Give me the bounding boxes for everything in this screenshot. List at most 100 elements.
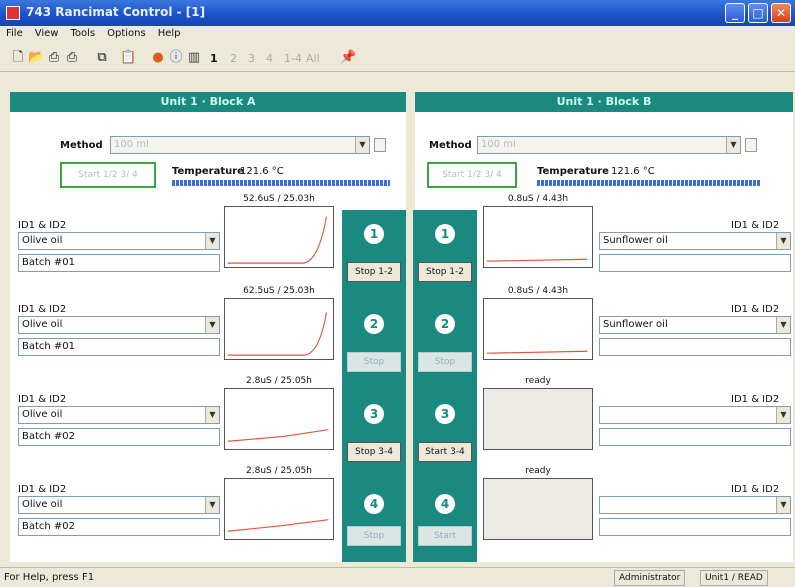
batch-field[interactable]: [599, 254, 791, 272]
minimize-button[interactable]: _: [725, 3, 745, 23]
toolbar-unit-1[interactable]: 1: [210, 52, 218, 65]
new-icon[interactable]: 🗋: [10, 50, 26, 66]
conductivity-graph: [483, 388, 593, 450]
sample-select[interactable]: Sunflower oil ▼: [599, 232, 791, 250]
sample-select[interactable]: Olive oil ▼: [18, 406, 220, 424]
chevron-down-icon: ▼: [776, 233, 790, 249]
batch-field[interactable]: Batch #01: [18, 338, 220, 356]
graph-label: 52.6uS / 25.03h: [243, 194, 315, 204]
method-select[interactable]: 100 ml ▼: [477, 136, 741, 154]
graph-label: 2.8uS / 25.05h: [246, 376, 312, 386]
channel-id-label: ID1 & ID2: [18, 220, 67, 231]
chevron-down-icon: ▼: [726, 137, 740, 153]
stop-button[interactable]: Stop: [418, 352, 472, 372]
chevron-down-icon: ▼: [205, 497, 219, 513]
stop-button[interactable]: Stop: [347, 352, 401, 372]
menu-file[interactable]: File: [0, 26, 29, 41]
maximize-button[interactable]: □: [748, 3, 768, 23]
step-number-1: 1: [364, 224, 384, 244]
sample-select[interactable]: Olive oil ▼: [18, 316, 220, 334]
toolbar-unit-3[interactable]: 3: [248, 52, 255, 65]
sample-select[interactable]: ▼: [599, 496, 791, 514]
title-bar: 743 Rancimat Control - [1] _ □ ✕: [0, 0, 795, 26]
window-title: 743 Rancimat Control - [1]: [26, 5, 206, 19]
channel-id-label: ID1 & ID2: [18, 394, 67, 405]
copy-icon[interactable]: ⧉: [94, 50, 110, 66]
chevron-down-icon: ▼: [355, 137, 369, 153]
chevron-down-icon: ▼: [776, 497, 790, 513]
stop-3-4-button[interactable]: Stop 3-4: [347, 442, 401, 462]
graph-label: 2.8uS / 25.05h: [246, 466, 312, 476]
batch-field[interactable]: Batch #01: [18, 254, 220, 272]
toolbar: 🗋 📂 ⎙ ⎙ ⧉ 📋 ● ⓘ ▥ 1 2 3 4 1-4 All 📌: [0, 44, 795, 72]
graph-label: ready: [525, 376, 551, 386]
method-select[interactable]: 100 ml ▼: [110, 136, 370, 154]
chevron-down-icon: ▼: [205, 233, 219, 249]
stop-1-2-button[interactable]: Stop 1-2: [418, 262, 472, 282]
batch-field[interactable]: [599, 338, 791, 356]
temperature-value: 121.6 °C: [611, 166, 655, 177]
start-button[interactable]: Start 1/2 3/ 4: [427, 162, 517, 188]
record-icon[interactable]: ●: [150, 50, 166, 66]
toolbar-unit-4[interactable]: 4: [266, 52, 273, 65]
menu-tools[interactable]: Tools: [64, 26, 101, 41]
conductivity-graph: [224, 388, 334, 450]
block-a-header: Unit 1 · Block A: [10, 92, 406, 112]
step-number-2: 2: [364, 314, 384, 334]
toolbar-units-1-4[interactable]: 1-4: [284, 52, 302, 65]
graph-label: 0.8uS / 4.43h: [507, 286, 569, 296]
temperature-label: Temperature: [172, 166, 244, 177]
channel-id-label: ID1 & ID2: [731, 484, 780, 495]
graph-label: 62.5uS / 25.03h: [243, 286, 315, 296]
step-number-4: 4: [435, 494, 455, 514]
stop-1-2-button[interactable]: Stop 1-2: [347, 262, 401, 282]
conductivity-graph: [483, 206, 593, 268]
start-3-4-button[interactable]: Start 3-4: [418, 442, 472, 462]
status-bar: For Help, press F1 Administrator Unit1 /…: [0, 567, 795, 587]
sample-select[interactable]: Olive oil ▼: [18, 496, 220, 514]
sample-select[interactable]: ▼: [599, 406, 791, 424]
conductivity-graph: [224, 298, 334, 360]
menu-help[interactable]: Help: [152, 26, 187, 41]
batch-field[interactable]: [599, 428, 791, 446]
status-help-text: For Help, press F1: [4, 572, 95, 583]
temperature-bar: [172, 180, 390, 186]
start-button[interactable]: Start 1/2 3/ 4: [60, 162, 156, 188]
sample-select[interactable]: Olive oil ▼: [18, 232, 220, 250]
open-icon[interactable]: 📂: [28, 50, 44, 66]
print-preview-icon[interactable]: ⎙: [64, 50, 80, 66]
status-user: Administrator: [614, 570, 686, 586]
sample-select[interactable]: Sunflower oil ▼: [599, 316, 791, 334]
batch-field[interactable]: Batch #02: [18, 518, 220, 536]
chevron-down-icon: ▼: [776, 317, 790, 333]
info-icon[interactable]: ⓘ: [168, 50, 184, 66]
method-label: Method: [429, 140, 472, 151]
stop-button[interactable]: Stop: [347, 526, 401, 546]
toolbar-unit-2[interactable]: 2: [230, 52, 237, 65]
print-icon[interactable]: ⎙: [46, 50, 62, 66]
step-number-3: 3: [435, 404, 455, 424]
chevron-down-icon: ▼: [205, 407, 219, 423]
paste-icon[interactable]: 📋: [120, 50, 136, 66]
start-button[interactable]: Start: [418, 526, 472, 546]
step-number-2: 2: [435, 314, 455, 334]
conductivity-graph: [224, 478, 334, 540]
menu-view[interactable]: View: [29, 26, 65, 41]
channel-id-label: ID1 & ID2: [731, 220, 780, 231]
block-b-header: Unit 1 · Block B: [415, 92, 793, 112]
chart-icon[interactable]: ▥: [186, 50, 202, 66]
menu-options[interactable]: Options: [101, 26, 152, 41]
batch-field[interactable]: Batch #02: [18, 428, 220, 446]
batch-field[interactable]: [599, 518, 791, 536]
method-label: Method: [60, 140, 103, 151]
temperature-bar: [537, 180, 761, 186]
toolbar-units-all[interactable]: All: [306, 52, 320, 65]
graph-label: ready: [525, 466, 551, 476]
chevron-down-icon: ▼: [205, 317, 219, 333]
method-options-button[interactable]: [745, 138, 757, 152]
channel-id-label: ID1 & ID2: [18, 304, 67, 315]
method-options-button[interactable]: [374, 138, 386, 152]
close-button[interactable]: ✕: [771, 3, 791, 23]
pin-icon[interactable]: 📌: [340, 50, 356, 66]
temperature-label: Temperature: [537, 166, 609, 177]
